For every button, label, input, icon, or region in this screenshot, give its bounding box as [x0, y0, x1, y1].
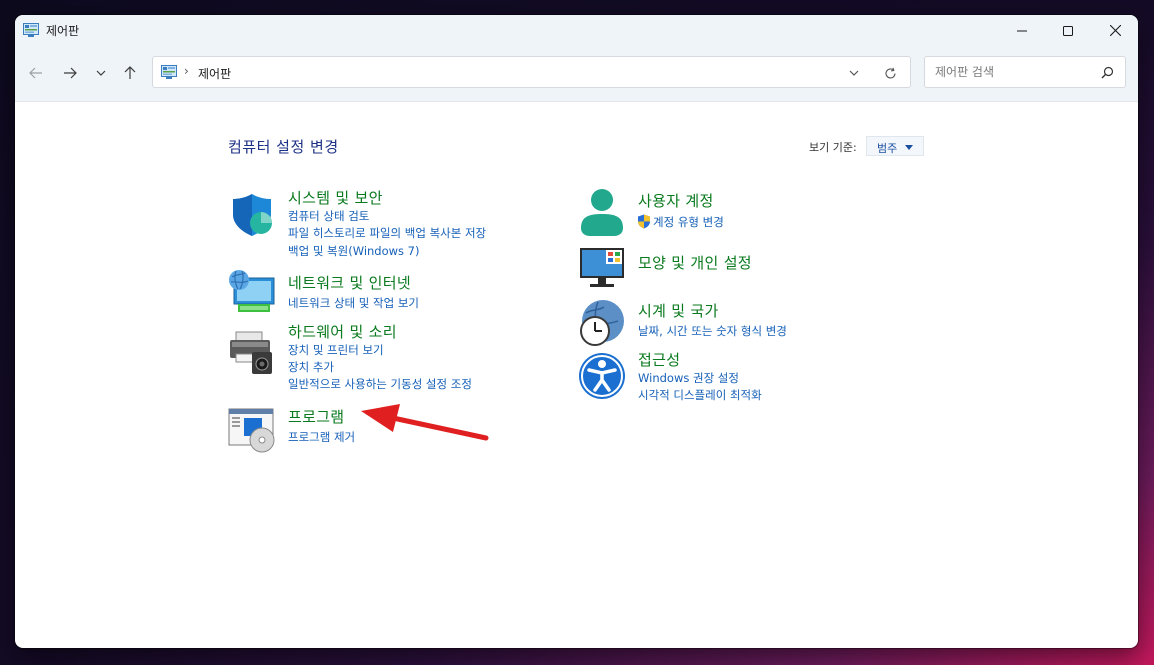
accessibility-icon — [579, 353, 625, 399]
search-icon[interactable] — [1099, 65, 1115, 81]
title-bar: 제어판 — [15, 15, 1138, 46]
category-network-internet[interactable]: 네트워크 및 인터넷 — [288, 272, 411, 293]
breadcrumb-control-panel[interactable]: 제어판 — [198, 65, 231, 82]
minimize-icon — [1017, 30, 1027, 31]
close-button[interactable] — [1092, 15, 1138, 46]
back-arrow-icon — [29, 67, 42, 79]
link-change-account-type[interactable]: 계정 유형 변경 — [653, 214, 724, 230]
link-windows-recommended-settings[interactable]: Windows 권장 설정 — [638, 370, 739, 386]
maximize-button[interactable] — [1045, 15, 1091, 46]
control-panel-icon — [161, 65, 177, 79]
close-icon — [1109, 25, 1121, 36]
link-optimize-visual-display[interactable]: 시각적 디스플레이 최적화 — [638, 387, 762, 403]
back-button[interactable] — [24, 61, 48, 85]
link-change-date-time-format[interactable]: 날짜, 시간 또는 숫자 형식 변경 — [638, 323, 787, 339]
view-by-dropdown[interactable]: 범주 — [866, 136, 924, 156]
refresh-button[interactable] — [881, 64, 899, 82]
recent-locations-button[interactable] — [89, 61, 113, 85]
category-system-security[interactable]: 시스템 및 보안 — [288, 187, 383, 208]
content-area: 컴퓨터 설정 변경 보기 기준: 범주 시스템 및 보안 컴퓨터 상태 검토 파… — [15, 102, 1138, 648]
view-by-value: 범주 — [877, 142, 898, 155]
category-programs[interactable]: 프로그램 — [288, 406, 344, 427]
link-network-status-tasks[interactable]: 네트워크 상태 및 작업 보기 — [288, 295, 419, 311]
link-add-device[interactable]: 장치 추가 — [288, 359, 334, 375]
monitor-icon — [580, 248, 624, 287]
link-review-computer-status[interactable]: 컴퓨터 상태 검토 — [288, 208, 369, 224]
annotation-arrow — [361, 404, 489, 441]
shield-icon — [233, 194, 272, 236]
address-history-dropdown[interactable] — [845, 64, 863, 82]
uac-shield-icon — [638, 214, 650, 229]
search-box[interactable] — [924, 56, 1126, 88]
link-devices-printers[interactable]: 장치 및 프린터 보기 — [288, 342, 384, 358]
link-mobility-settings[interactable]: 일반적으로 사용하는 기동성 설정 조정 — [288, 376, 472, 392]
category-user-accounts[interactable]: 사용자 계정 — [638, 190, 714, 211]
link-backup-restore[interactable]: 백업 및 복원(Windows 7) — [288, 243, 420, 259]
category-hardware-sound[interactable]: 하드웨어 및 소리 — [288, 321, 397, 342]
up-arrow-icon — [124, 66, 136, 79]
maximize-icon — [1063, 25, 1073, 36]
user-icon — [581, 189, 623, 236]
chevron-down-icon — [849, 70, 859, 76]
programs-icon — [228, 408, 275, 453]
category-appearance-personalization[interactable]: 모양 및 개인 설정 — [638, 252, 752, 273]
network-icon — [229, 270, 275, 312]
address-bar[interactable]: › 제어판 — [152, 56, 911, 88]
link-file-history-backup[interactable]: 파일 히스토리로 파일의 백업 복사본 저장 — [288, 225, 486, 241]
forward-button[interactable] — [58, 61, 82, 85]
printer-speaker-icon — [230, 331, 272, 374]
clock-globe-icon — [580, 300, 624, 346]
category-clock-region[interactable]: 시계 및 국가 — [638, 300, 719, 321]
link-uninstall-program[interactable]: 프로그램 제거 — [288, 429, 355, 445]
forward-arrow-icon — [64, 67, 77, 79]
navigation-bar: › 제어판 — [15, 46, 1138, 102]
page-title: 컴퓨터 설정 변경 — [228, 138, 339, 156]
minimize-button[interactable] — [999, 15, 1045, 46]
search-input[interactable] — [925, 57, 1105, 87]
breadcrumb-separator: › — [184, 64, 189, 78]
chevron-down-icon — [96, 70, 106, 76]
window-title: 제어판 — [46, 24, 80, 38]
category-accessibility[interactable]: 접근성 — [638, 349, 680, 370]
refresh-icon — [884, 67, 896, 78]
control-panel-icon — [23, 23, 39, 37]
control-panel-window: 제어판 › 제어판 제어판 검색 컴퓨터 설정 변경 보기 기준: 범주 시스템… — [15, 15, 1138, 648]
view-by-label: 보기 기준: — [809, 141, 857, 154]
caret-down-icon — [905, 145, 913, 150]
up-button[interactable] — [118, 61, 142, 85]
